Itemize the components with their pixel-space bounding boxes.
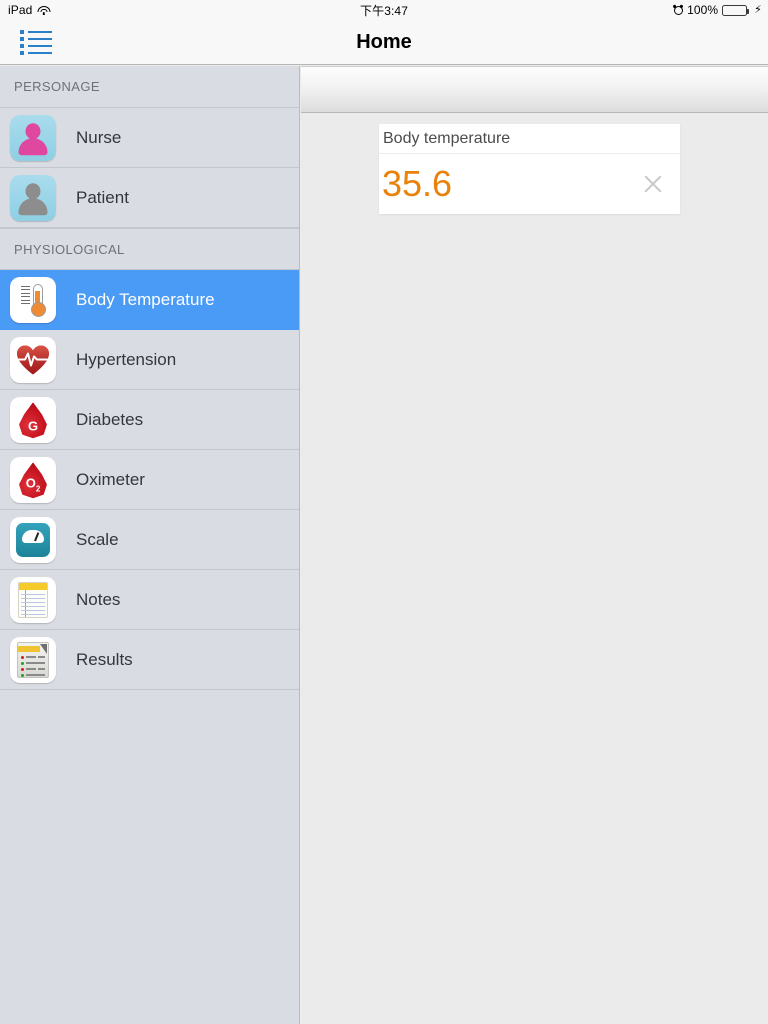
sidebar-section-physiological: PHYSIOLOGICAL [0,228,299,270]
sidebar: PERSONAGE Nurse Patient PHYSIOLOGICAL Bo… [0,66,300,1024]
card-title: Body temperature [379,124,680,154]
alarm-clock-icon [672,4,684,15]
main-content: Body temperature 35.6 [301,66,768,1024]
notepad-icon [10,576,56,623]
charging-bolt-icon: ⚡ [754,3,762,16]
status-bar: iPad 下午3:47 100% ⚡ [0,0,768,20]
sidebar-item-label: Oximeter [76,469,145,489]
sidebar-item-label: Diabetes [76,409,144,429]
thermometer-icon [10,276,56,323]
weight-scale-icon [10,516,56,563]
results-doc-icon [10,636,56,683]
sidebar-item-notes[interactable]: Notes [0,570,299,630]
blood-drop-g-icon: G [10,396,56,443]
sidebar-item-oximeter[interactable]: O2 Oximeter [0,450,299,510]
temperature-value: 35.6 [382,163,453,204]
status-bar-right: 100% ⚡ [672,3,762,17]
sidebar-item-body-temperature[interactable]: Body Temperature [0,270,299,330]
blood-drop-o2-icon: O2 [10,456,56,503]
sidebar-item-label: Nurse [76,127,122,147]
sidebar-item-hypertension[interactable]: Hypertension [0,330,299,390]
sidebar-item-diabetes[interactable]: G Diabetes [0,390,299,450]
sidebar-item-label: Notes [76,589,121,609]
card-value-row: 35.6 [379,154,680,214]
sidebar-item-label: Body Temperature [76,289,215,309]
sidebar-item-label: Results [76,649,133,669]
sidebar-item-scale[interactable]: Scale [0,510,299,570]
status-bar-time: 下午3:47 [360,3,408,18]
sidebar-item-patient[interactable]: Patient [0,168,299,228]
heart-ecg-icon [10,336,56,383]
battery-full-icon [722,4,750,16]
page-title: Home [356,31,412,53]
patient-person-icon [10,174,56,221]
battery-percent-label: 100% [687,3,719,17]
sidebar-item-label: Patient [76,187,129,207]
sidebar-item-label: Hypertension [76,349,177,369]
navigation-bar: Home [0,20,768,65]
close-x-icon[interactable] [642,173,664,195]
nurse-person-icon [10,114,56,161]
measurement-card: Body temperature 35.6 [379,124,680,214]
sidebar-item-label: Scale [76,529,119,549]
sidebar-section-personage: PERSONAGE [0,66,299,108]
content-toolbar-strip [301,66,768,113]
sidebar-item-results[interactable]: Results [0,630,299,690]
sidebar-item-nurse[interactable]: Nurse [0,108,299,168]
